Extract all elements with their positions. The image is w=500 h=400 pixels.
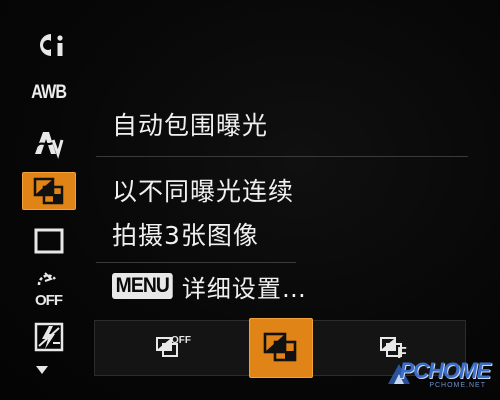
- single-frame-icon: [34, 228, 64, 254]
- menu-button-badge: MENU: [112, 273, 173, 299]
- sidebar-item-self-timer[interactable]: OFF: [22, 270, 76, 309]
- setting-description: 以不同曝光连续 拍摄3张图像: [112, 170, 294, 258]
- auto-exposure-bracketing-icon: [263, 332, 297, 362]
- watermark-text: PCHOME: [399, 358, 491, 383]
- divider: [96, 156, 468, 157]
- divider: [96, 262, 296, 263]
- function-menu-sidebar: AWB OFF: [22, 22, 78, 382]
- sidebar-item-bracketing[interactable]: [22, 172, 76, 210]
- sidebar-item-my-colors[interactable]: [22, 124, 76, 162]
- pchome-watermark: PCHOME PCHOME.NET: [384, 352, 494, 396]
- detail-settings-label: 详细设置…: [181, 274, 307, 303]
- description-line-1: 以不同曝光连续: [112, 177, 295, 206]
- sidebar-item-flash-compensation[interactable]: [22, 318, 76, 356]
- svg-text:OFF: OFF: [35, 292, 63, 309]
- camera-screen: AWB OFF 自动包围曝光 以不同曝光连续 拍摄3张图像 MENU 详细设置……: [0, 0, 500, 400]
- sidebar-item-drive-mode[interactable]: [22, 222, 76, 260]
- down-arrow-icon[interactable]: [36, 366, 48, 374]
- white-balance-label: AWB: [31, 82, 67, 103]
- self-timer-off-icon: OFF: [35, 272, 64, 309]
- sidebar-item-white-balance[interactable]: AWB: [22, 74, 76, 112]
- bracketing-off-icon: OFF: [156, 335, 191, 357]
- function-info-icon: [40, 34, 63, 56]
- bracketing-icon: [33, 177, 64, 205]
- description-line-2: 拍摄3张图像: [112, 221, 259, 250]
- setting-title: 自动包围曝光: [112, 111, 269, 140]
- detail-settings-hint[interactable]: MENU 详细设置…: [112, 268, 307, 304]
- option-bracketing-off[interactable]: OFF: [139, 318, 203, 378]
- flash-compensation-icon: [34, 322, 64, 352]
- my-colors-icon: [35, 132, 64, 159]
- watermark-subtext: PCHOME.NET: [429, 382, 486, 389]
- sidebar-item-function-info[interactable]: [22, 26, 76, 64]
- option-auto-exposure-bracketing[interactable]: [249, 318, 313, 378]
- svg-text:OFF: OFF: [171, 335, 191, 346]
